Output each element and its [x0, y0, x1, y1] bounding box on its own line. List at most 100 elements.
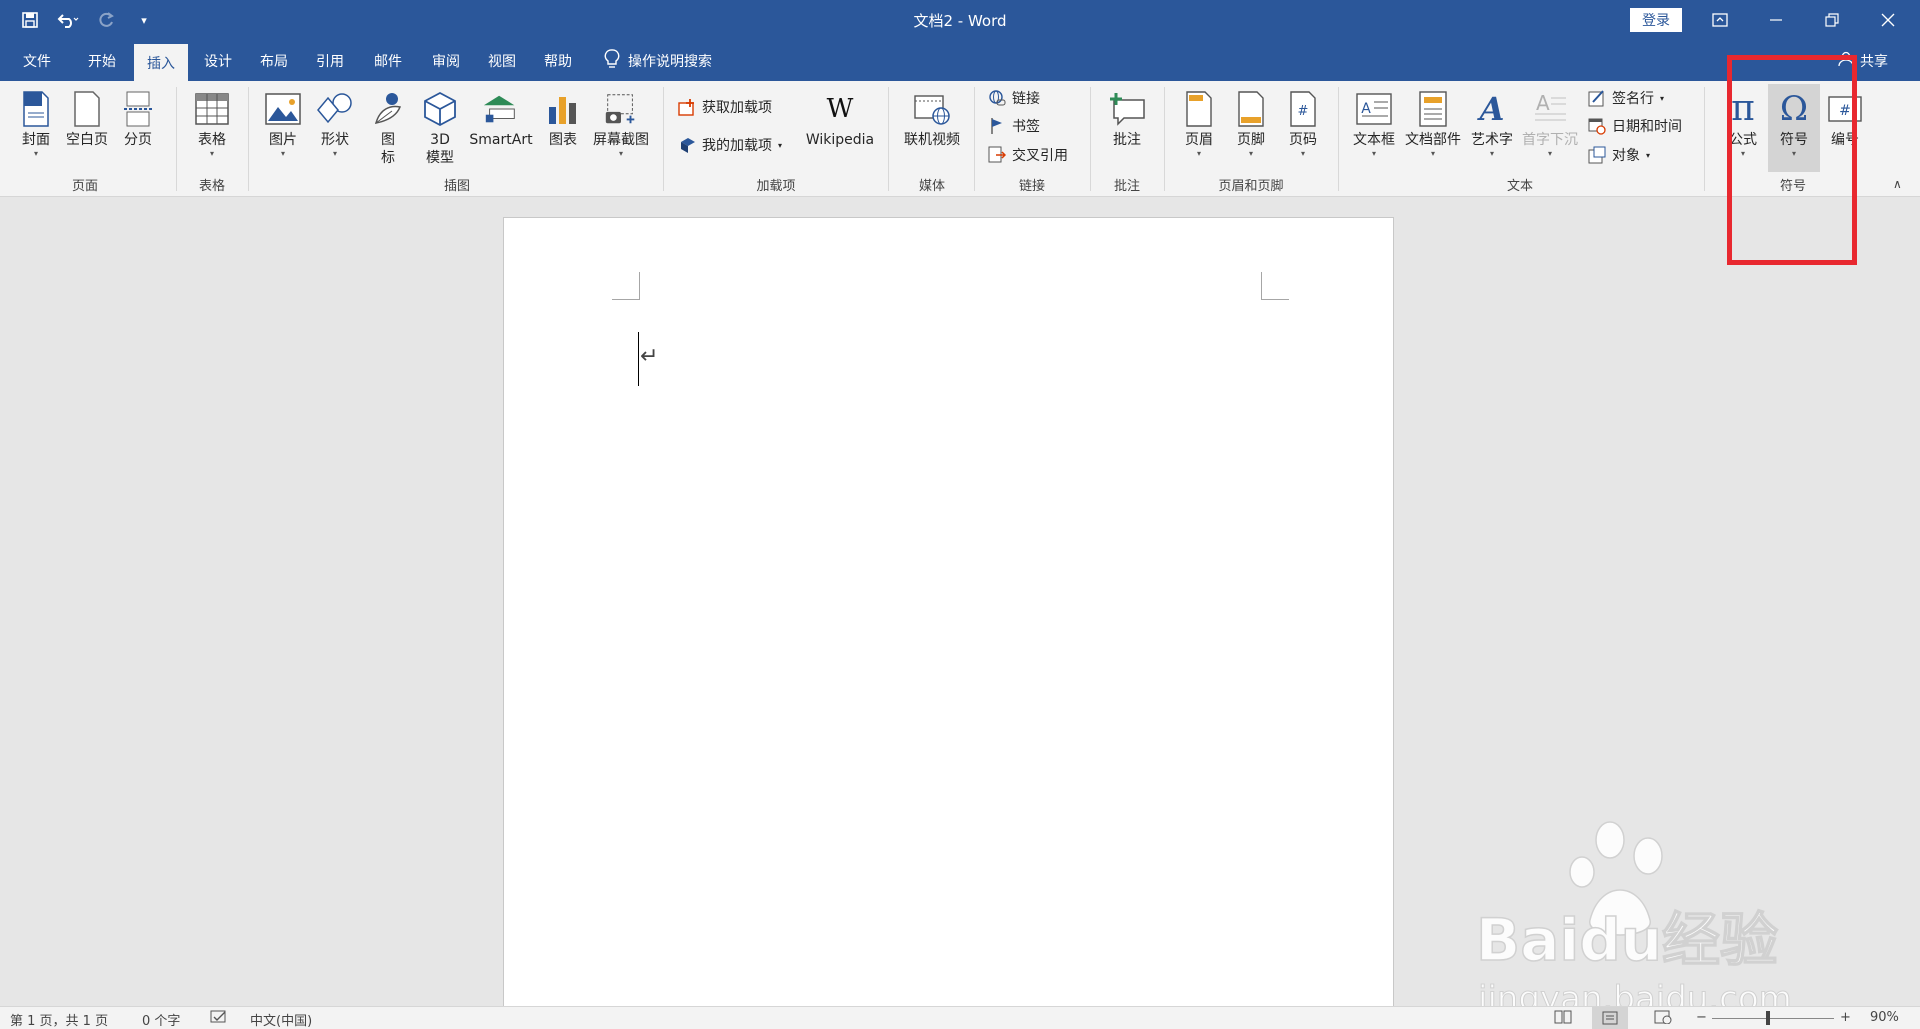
- print-layout-icon[interactable]: [1592, 1007, 1628, 1029]
- cube-icon: [421, 89, 459, 129]
- ribbon-display-options-icon[interactable]: [1692, 0, 1748, 40]
- margin-corner-top-right: [1261, 272, 1289, 300]
- group-label-tables: 表格: [198, 179, 225, 194]
- read-mode-icon[interactable]: [1554, 1010, 1572, 1028]
- online-video-button[interactable]: 联机视频: [896, 89, 968, 149]
- close-icon[interactable]: [1860, 0, 1916, 40]
- page-count-status[interactable]: 第 1 页，共 1 页: [10, 1010, 108, 1029]
- link-globe-icon: [988, 89, 1006, 107]
- header-button[interactable]: 页眉 ▾: [1176, 89, 1222, 159]
- icons-button[interactable]: 图 标: [364, 89, 412, 167]
- object-button[interactable]: 对象 ▾: [1588, 145, 1650, 165]
- page-number-button[interactable]: # 页码 ▾: [1280, 89, 1326, 159]
- cross-reference-icon: [988, 146, 1006, 164]
- zoom-slider[interactable]: [1712, 1018, 1834, 1019]
- wordart-button[interactable]: A 艺术字 ▾: [1466, 89, 1518, 159]
- group-separator: [888, 87, 889, 191]
- login-button[interactable]: 登录: [1630, 8, 1682, 32]
- tab-mailings[interactable]: 邮件: [360, 40, 416, 81]
- tab-design[interactable]: 设计: [190, 40, 246, 81]
- signature-line-icon: [1588, 89, 1606, 107]
- ribbon-insert: 封面 ▾ 空白页 分页 页面 表格 ▾ 表格 图片 ▾ 形状 ▾ 图 标 3D 模型 S…: [0, 81, 1920, 197]
- object-dropdown-icon[interactable]: ▾: [1646, 151, 1650, 160]
- restore-icon[interactable]: [1804, 0, 1860, 40]
- drop-cap-icon: A: [1531, 89, 1569, 129]
- chart-icon: [544, 89, 582, 129]
- wordart-label: 艺术字: [1471, 132, 1513, 148]
- footer-button[interactable]: 页脚 ▾: [1228, 89, 1274, 159]
- word-count-status[interactable]: 0 个字: [142, 1010, 180, 1029]
- my-addins-label: 我的加载项: [702, 138, 772, 154]
- svg-text:#: #: [1298, 104, 1309, 119]
- wikipedia-icon: W: [826, 94, 854, 124]
- signature-line-button[interactable]: 签名行 ▾: [1588, 88, 1664, 108]
- new-comment-button[interactable]: 批注: [1104, 89, 1150, 149]
- zoom-out-icon[interactable]: −: [1696, 1010, 1707, 1025]
- 3d-models-button[interactable]: 3D 模型: [416, 89, 464, 167]
- tab-view[interactable]: 视图: [474, 40, 530, 81]
- footer-label: 页脚: [1237, 132, 1265, 148]
- table-button[interactable]: 表格 ▾: [188, 89, 236, 159]
- online-video-icon: [913, 89, 951, 129]
- proofing-icon[interactable]: [210, 1010, 228, 1028]
- tab-layout[interactable]: 布局: [246, 40, 302, 81]
- group-separator: [1338, 87, 1339, 191]
- tab-insert[interactable]: 插入: [134, 44, 188, 81]
- web-layout-icon[interactable]: [1654, 1010, 1672, 1028]
- group-label-header-footer: 页眉和页脚: [1218, 179, 1284, 194]
- blank-page-button[interactable]: 空白页: [62, 89, 112, 149]
- smartart-icon: [482, 89, 520, 129]
- date-time-button[interactable]: 日期和时间: [1588, 116, 1682, 136]
- text-box-label: 文本框: [1353, 132, 1395, 148]
- collapse-ribbon-icon[interactable]: ∧: [1893, 177, 1902, 191]
- 3d-models-label: 3D 模型: [426, 132, 454, 166]
- paragraph-mark-icon: ↵: [640, 344, 659, 369]
- margin-corner-top-left: [612, 272, 640, 300]
- smartart-button[interactable]: SmartArt: [466, 89, 536, 149]
- tab-home[interactable]: 开始: [74, 40, 130, 81]
- group-label-pages: 页面: [71, 179, 98, 194]
- comment-label: 批注: [1113, 132, 1141, 148]
- page-break-button[interactable]: 分页: [116, 89, 160, 149]
- calendar-clock-icon: [1588, 117, 1606, 135]
- chart-button[interactable]: 图表: [540, 89, 586, 149]
- get-addins-button[interactable]: 获取加载项: [678, 97, 772, 117]
- cross-reference-button[interactable]: 交叉引用: [988, 145, 1068, 165]
- my-addins-button[interactable]: 我的加载项 ▾: [678, 135, 782, 155]
- get-addins-label: 获取加载项: [702, 100, 772, 116]
- wikipedia-button[interactable]: W Wikipedia: [800, 89, 880, 149]
- comment-icon: [1108, 89, 1146, 129]
- date-time-label: 日期和时间: [1612, 119, 1682, 135]
- group-separator: [1704, 87, 1705, 191]
- online-video-label: 联机视频: [904, 132, 960, 148]
- zoom-slider-thumb[interactable]: [1766, 1011, 1770, 1025]
- cover-page-icon: [17, 89, 55, 129]
- tab-help[interactable]: 帮助: [530, 40, 586, 81]
- tab-file[interactable]: 文件: [8, 40, 66, 81]
- icons-icon: [369, 89, 407, 129]
- quick-parts-button[interactable]: 文档部件 ▾: [1402, 89, 1464, 159]
- bookmark-button[interactable]: 书签: [988, 116, 1040, 136]
- minimize-icon[interactable]: [1748, 0, 1804, 40]
- group-separator: [1164, 87, 1165, 191]
- link-button[interactable]: 链接: [988, 88, 1040, 108]
- zoom-in-icon[interactable]: +: [1840, 1010, 1851, 1025]
- cross-reference-label: 交叉引用: [1012, 148, 1068, 164]
- my-addins-dropdown-icon[interactable]: ▾: [778, 141, 782, 150]
- tell-me-search[interactable]: 操作说明搜索: [604, 40, 712, 81]
- cover-page-button[interactable]: 封面 ▾: [14, 89, 58, 159]
- zoom-level[interactable]: 90%: [1870, 1010, 1899, 1025]
- drop-cap-button[interactable]: A 首字下沉 ▾: [1518, 89, 1582, 159]
- tab-references[interactable]: 引用: [302, 40, 358, 81]
- picture-button[interactable]: 图片 ▾: [260, 89, 306, 159]
- language-status[interactable]: 中文(中国): [250, 1010, 312, 1029]
- signature-dropdown-icon[interactable]: ▾: [1660, 94, 1664, 103]
- text-box-icon: A: [1355, 89, 1393, 129]
- text-box-button[interactable]: A 文本框 ▾: [1348, 89, 1400, 159]
- document-page[interactable]: [503, 217, 1394, 1013]
- tab-review[interactable]: 审阅: [418, 40, 474, 81]
- shapes-button[interactable]: 形状 ▾: [312, 89, 358, 159]
- svg-text:A: A: [1536, 92, 1550, 115]
- footer-icon: [1232, 89, 1270, 129]
- screenshot-button[interactable]: 屏幕截图 ▾: [588, 89, 654, 159]
